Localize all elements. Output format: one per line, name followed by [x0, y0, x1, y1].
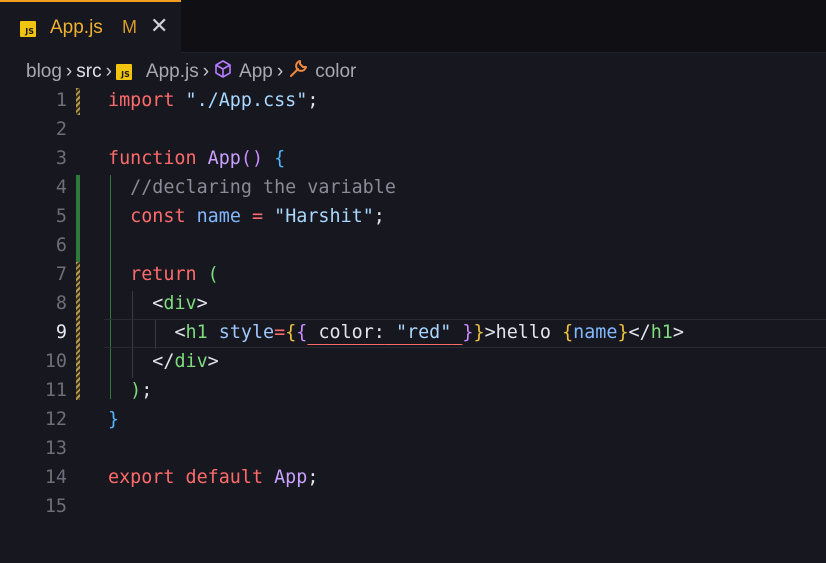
line-number: 12: [44, 409, 67, 430]
code-line[interactable]: 12 }: [0, 406, 826, 435]
code-line[interactable]: 15: [0, 493, 826, 522]
line-number: 10: [44, 351, 67, 372]
line-number: 4: [55, 177, 67, 198]
code-line[interactable]: 13: [0, 435, 826, 464]
code-line[interactable]: 11 );: [0, 377, 826, 406]
close-icon[interactable]: ✕: [150, 13, 168, 39]
breadcrumb-item-property[interactable]: color: [315, 61, 356, 83]
line-code: );: [130, 380, 153, 401]
code-line[interactable]: 4 //declaring the variable: [0, 174, 826, 203]
code-line[interactable]: 8 <div>: [0, 290, 826, 319]
breadcrumb-item-component[interactable]: App: [239, 61, 273, 83]
line-code: <div>: [152, 293, 208, 314]
breadcrumb: blog › src › JS App.js › App › color: [26, 59, 356, 85]
line-number: 11: [44, 380, 67, 401]
chevron-right-icon: ›: [65, 61, 73, 82]
line-code: return (: [130, 264, 219, 285]
cube-icon: [213, 59, 233, 85]
chevron-right-icon: ›: [202, 61, 210, 82]
breadcrumb-item-blog[interactable]: blog: [26, 61, 62, 83]
line-code: const name = "Harshit";: [130, 206, 385, 227]
tab-app-js[interactable]: JS App.js M ✕: [0, 0, 181, 53]
line-number: 1: [55, 90, 67, 111]
line-code: }: [108, 409, 120, 430]
js-file-icon: JS: [20, 21, 36, 37]
breadcrumb-item-file[interactable]: App.js: [146, 61, 199, 83]
code-line[interactable]: 3 function App() {: [0, 145, 826, 174]
line-code: <h1 style={{ color: "red" }}>hello {name…: [174, 322, 684, 343]
line-code: //declaring the variable: [130, 177, 396, 198]
line-code: export default App;: [108, 467, 319, 488]
tab-bar: JS App.js M ✕: [0, 0, 826, 53]
line-code: import "./App.css";: [108, 90, 319, 111]
line-number: 3: [55, 148, 67, 169]
wrench-icon: [287, 58, 309, 86]
code-line[interactable]: 1 import "./App.css";: [0, 87, 826, 116]
code-line[interactable]: 5 const name = "Harshit";: [0, 203, 826, 232]
code-line[interactable]: 2: [0, 116, 826, 145]
line-number: 15: [44, 496, 67, 517]
modified-badge: M: [122, 17, 137, 37]
tab-label: App.js: [50, 17, 103, 38]
line-number: 8: [55, 293, 67, 314]
line-number: 9: [55, 322, 67, 343]
line-number: 14: [44, 467, 67, 488]
code-line[interactable]: 6: [0, 232, 826, 261]
js-file-icon: JS: [115, 64, 132, 80]
code-line-active[interactable]: 9 <h1 style={{ color: "red" }}>hello {na…: [0, 319, 826, 348]
code-line[interactable]: 10 </div>: [0, 348, 826, 377]
line-number: 13: [44, 438, 67, 459]
line-number: 7: [55, 264, 67, 285]
line-number: 2: [55, 119, 67, 140]
chevron-right-icon: ›: [105, 61, 112, 82]
line-number: 5: [55, 206, 67, 227]
code-line[interactable]: 7 return (: [0, 261, 826, 290]
line-code: </div>: [152, 351, 219, 372]
line-number: 6: [55, 235, 67, 256]
chevron-right-icon: ›: [276, 61, 284, 82]
line-code: function App() {: [108, 148, 286, 169]
breadcrumb-item-src[interactable]: src: [76, 61, 101, 83]
code-line[interactable]: 14 export default App;: [0, 464, 826, 493]
